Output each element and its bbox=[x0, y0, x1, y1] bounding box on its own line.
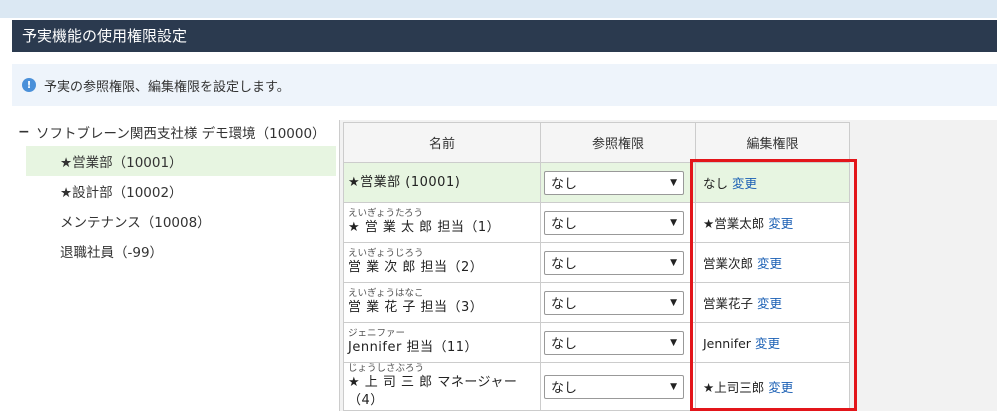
tree-item-retired[interactable]: 退職社員（-99） bbox=[26, 236, 336, 266]
table-row: ★営業部 (10001) なし ▼ なし 変更 bbox=[343, 162, 850, 203]
tree-item-label: 退職社員（-99） bbox=[60, 245, 164, 261]
name-reading: ジェニファー bbox=[348, 328, 406, 339]
tree-root[interactable]: − ソフトブレーン関西支社様 デモ環境（10000） bbox=[18, 118, 336, 146]
header-name: 名前 bbox=[343, 122, 541, 163]
select-value: なし bbox=[551, 217, 578, 232]
change-link[interactable]: 変更 bbox=[757, 296, 782, 311]
header-view-permission: 参照権限 bbox=[540, 122, 696, 163]
info-message: ! 予実の参照権限、編集権限を設定します。 bbox=[12, 64, 997, 106]
edit-permission-value: 営業花子 bbox=[703, 296, 754, 311]
edit-cell: 営業花子 変更 bbox=[695, 282, 850, 323]
view-permission-select[interactable]: なし ▼ bbox=[544, 374, 684, 399]
name-reading: えいぎょうはなこ bbox=[348, 288, 424, 299]
change-link[interactable]: 変更 bbox=[757, 256, 782, 271]
table-row: じょうしさぶろう ★ 上 司 三 郎 マネージャー（4） なし ▼ ★上司三郎変… bbox=[343, 362, 850, 411]
tree-item-label: ★営業部（10001） bbox=[60, 155, 183, 171]
change-link[interactable]: 変更 bbox=[732, 176, 757, 191]
view-cell: なし ▼ bbox=[540, 322, 696, 363]
view-permission-select[interactable]: なし ▼ bbox=[544, 210, 684, 235]
name-reading: じょうしさぶろう bbox=[348, 363, 425, 374]
tree-item-maintenance[interactable]: メンテナンス（10008） bbox=[26, 206, 336, 236]
dropdown-caret-icon: ▼ bbox=[670, 257, 677, 268]
view-permission-select[interactable]: なし ▼ bbox=[544, 290, 684, 315]
tree-item-sales[interactable]: ★営業部（10001） bbox=[26, 146, 336, 176]
view-permission-select[interactable]: なし ▼ bbox=[544, 250, 684, 275]
department-tree: − ソフトブレーン関西支社様 デモ環境（10000） ★営業部（10001） ★… bbox=[18, 118, 336, 266]
select-value: なし bbox=[551, 257, 578, 272]
name-cell: ジェニファー Jennifer 担当（11） bbox=[343, 322, 541, 363]
header-edit-permission: 編集権限 bbox=[695, 122, 850, 163]
change-link[interactable]: 変更 bbox=[768, 380, 793, 395]
view-permission-select[interactable]: なし ▼ bbox=[544, 170, 684, 195]
view-cell: なし ▼ bbox=[540, 242, 696, 283]
select-value: なし bbox=[551, 381, 578, 396]
tree-root-label: ソフトブレーン関西支社様 デモ環境（10000） bbox=[36, 126, 326, 142]
view-cell: なし ▼ bbox=[540, 362, 696, 411]
change-link[interactable]: 変更 bbox=[755, 336, 780, 351]
name-reading: えいぎょうじろう bbox=[348, 248, 424, 259]
view-cell: なし ▼ bbox=[540, 202, 696, 243]
member-name: ★ 上 司 三 郎 マネージャー（4） bbox=[348, 375, 518, 408]
edit-cell: なし 変更 bbox=[695, 162, 850, 203]
edit-cell: Jennifer 変更 bbox=[695, 322, 850, 363]
collapse-icon[interactable]: − bbox=[18, 124, 30, 140]
dropdown-caret-icon: ▼ bbox=[670, 177, 677, 188]
dropdown-caret-icon: ▼ bbox=[670, 337, 677, 348]
member-name: ★ 営 業 太 郎 担当（1） bbox=[348, 220, 501, 235]
name-cell: えいぎょうじろう 営 業 次 郎 担当（2） bbox=[343, 242, 541, 283]
info-text: 予実の参照権限、編集権限を設定します。 bbox=[44, 79, 290, 95]
edit-cell: ★上司三郎 変更 bbox=[695, 362, 850, 411]
select-value: なし bbox=[551, 297, 578, 312]
table-row: ジェニファー Jennifer 担当（11） なし ▼ Jennifer 変更 bbox=[343, 322, 850, 363]
name-cell: えいぎょうたろう ★ 営 業 太 郎 担当（1） bbox=[343, 202, 541, 243]
tree-item-label: メンテナンス（10008） bbox=[60, 215, 211, 231]
change-link[interactable]: 変更 bbox=[768, 216, 793, 231]
permission-table: 名前 参照権限 編集権限 ★営業部 (10001) なし ▼ なし 変更 えいぎ… bbox=[343, 122, 850, 411]
name-cell: えいぎょうはなこ 営 業 花 子 担当（3） bbox=[343, 282, 541, 323]
name-cell: ★営業部 (10001) bbox=[343, 162, 541, 203]
member-name: 営 業 花 子 担当（3） bbox=[348, 300, 484, 315]
view-cell: なし ▼ bbox=[540, 282, 696, 323]
dropdown-caret-icon: ▼ bbox=[670, 217, 677, 228]
view-cell: なし ▼ bbox=[540, 162, 696, 203]
dropdown-caret-icon: ▼ bbox=[670, 381, 677, 392]
member-name: Jennifer 担当（11） bbox=[348, 340, 479, 355]
member-name: ★営業部 (10001) bbox=[348, 174, 461, 190]
select-value: なし bbox=[551, 177, 578, 192]
info-icon: ! bbox=[22, 78, 36, 92]
page-title: 予実機能の使用権限設定 bbox=[12, 20, 997, 52]
edit-permission-value: ★上司三郎 bbox=[703, 380, 765, 395]
edit-cell: ★営業太郎 変更 bbox=[695, 202, 850, 243]
select-value: なし bbox=[551, 337, 578, 352]
edit-permission-value: なし bbox=[703, 176, 729, 191]
name-cell: じょうしさぶろう ★ 上 司 三 郎 マネージャー（4） bbox=[343, 362, 541, 411]
table-row: えいぎょうはなこ 営 業 花 子 担当（3） なし ▼ 営業花子 変更 bbox=[343, 282, 850, 323]
top-strip bbox=[0, 0, 997, 18]
table-row: えいぎょうたろう ★ 営 業 太 郎 担当（1） なし ▼ ★営業太郎 変更 bbox=[343, 202, 850, 243]
edit-permission-value: ★営業太郎 bbox=[703, 216, 765, 231]
table-row: えいぎょうじろう 営 業 次 郎 担当（2） なし ▼ 営業次郎 変更 bbox=[343, 242, 850, 283]
view-permission-select[interactable]: なし ▼ bbox=[544, 330, 684, 355]
edit-permission-value: 営業次郎 bbox=[703, 256, 754, 271]
tree-item-label: ★設計部（10002） bbox=[60, 185, 183, 201]
dropdown-caret-icon: ▼ bbox=[670, 297, 677, 308]
permission-table-panel: 名前 参照権限 編集権限 ★営業部 (10001) なし ▼ なし 変更 えいぎ… bbox=[339, 120, 997, 411]
tree-item-design[interactable]: ★設計部（10002） bbox=[26, 176, 336, 206]
edit-permission-value: Jennifer bbox=[703, 336, 751, 351]
name-reading: えいぎょうたろう bbox=[348, 208, 423, 219]
member-name: 営 業 次 郎 担当（2） bbox=[348, 260, 484, 275]
edit-cell: 営業次郎 変更 bbox=[695, 242, 850, 283]
